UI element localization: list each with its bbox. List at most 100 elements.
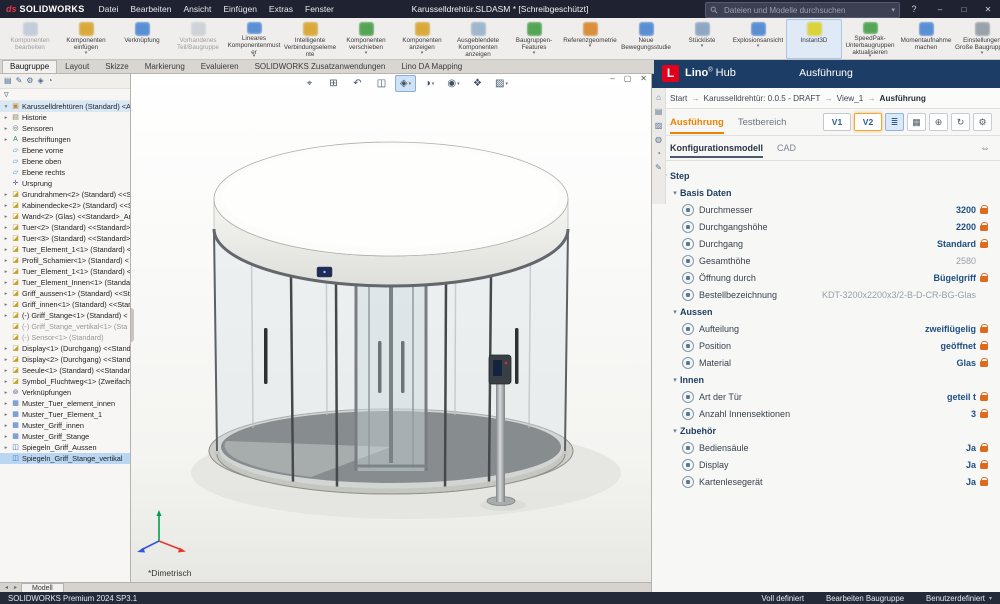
tree-item[interactable]: ▱Ebene vorne — [0, 145, 130, 156]
expand-arrow-icon[interactable]: ▸ — [3, 258, 9, 264]
ribbon-button[interactable]: Momentaufnahme machen — [898, 19, 954, 59]
displaymanager-tab-icon[interactable]: ◔ — [48, 77, 53, 85]
close-button[interactable]: ✕ — [976, 0, 1000, 18]
tree-item[interactable]: ▸◪Wand<2> (Glas) <<Standard>_Anze — [0, 211, 130, 222]
config-field-row[interactable]: KartenlesegerätJa — [652, 473, 1000, 490]
tree-item[interactable]: ◪(-) Sensor<1> (Standard) — [0, 332, 130, 343]
tab-scroll-right-icon[interactable]: ▸ — [12, 584, 19, 591]
tree-item[interactable]: ▸◪Tuer<2> (Standard) <<Standard>_ — [0, 222, 130, 233]
expand-panel-icon[interactable]: ⇔ — [980, 143, 990, 154]
ribbon-button[interactable]: Einstellungen Große Baugruppen▾ — [954, 19, 1000, 59]
ribbon-button[interactable]: SpeedPak-Unterbaugruppen aktualisieren▾ — [842, 19, 898, 59]
commandmanager-tab[interactable]: Baugruppe — [2, 60, 57, 73]
dropdown-arrow-icon[interactable]: ▾ — [409, 81, 412, 87]
commandmanager-tab[interactable]: Lino DA Mapping — [393, 60, 470, 73]
config-group-row[interactable]: ▾Step — [652, 167, 1000, 184]
search-box[interactable]: ▾ — [705, 2, 900, 18]
expand-arrow-icon[interactable]: ▸ — [3, 126, 9, 132]
config-group-row[interactable]: ▾Aussen — [652, 303, 1000, 320]
featuremanager-tab-icon[interactable]: ▤ — [4, 77, 12, 85]
expand-arrow-icon[interactable]: ▸ — [3, 203, 9, 209]
expand-arrow-icon[interactable]: ▸ — [3, 192, 9, 198]
tree-item[interactable]: ▱Ebene rechts — [0, 167, 130, 178]
tree-item[interactable]: ◪(-) Griff_Stange_vertikal<1> (Sta — [0, 321, 130, 332]
lino-tab[interactable]: Ausführung — [670, 111, 724, 134]
menu-item[interactable]: Bearbeiten — [124, 2, 177, 16]
dimxpertmanager-tab-icon[interactable]: ◈ — [37, 77, 43, 85]
propertymanager-tab-icon[interactable]: ✎ — [16, 77, 23, 85]
dropdown-arrow-icon[interactable]: ▾ — [589, 44, 592, 48]
commandmanager-tab[interactable]: SOLIDWORKS Zusatzanwendungen — [247, 60, 394, 73]
design-library-icon[interactable]: ▤ — [655, 108, 663, 116]
expand-arrow-icon[interactable]: ▸ — [3, 445, 9, 451]
display-style-icon[interactable]: ◑▾ — [419, 75, 440, 92]
menu-item[interactable]: Extras — [263, 2, 299, 16]
dropdown-arrow-icon[interactable]: ▾ — [253, 54, 256, 58]
expand-arrow-icon[interactable]: ▸ — [3, 390, 9, 396]
config-field-row[interactable]: Positiongeöffnet — [652, 337, 1000, 354]
expand-arrow-icon[interactable]: ▸ — [3, 269, 9, 275]
tree-item[interactable]: ▸◪Griff_innen<1> (Standard) <<Stand — [0, 299, 130, 310]
dropdown-arrow-icon[interactable]: ▾ — [505, 81, 508, 87]
section-view-icon[interactable]: ◫ — [371, 75, 392, 92]
tab-modell[interactable]: Modell — [21, 583, 64, 593]
outer-door-handle[interactable] — [515, 328, 519, 384]
expand-arrow-icon[interactable]: ▸ — [3, 368, 9, 374]
config-group-row[interactable]: ▾Zubehör — [652, 422, 1000, 439]
collapse-caret-icon[interactable]: ▾ — [670, 427, 680, 435]
tree-item[interactable]: ▸▦Muster_Tuer_Element_1 — [0, 409, 130, 420]
tree-item[interactable]: ▸▦Muster_Tuer_element_innen — [0, 398, 130, 409]
tree-item[interactable]: ▸◪Tuer_Element_Innen<1> (Standard) — [0, 277, 130, 288]
tree-filter[interactable]: ∇ — [0, 89, 130, 101]
doc-close-button[interactable]: ✕ — [640, 74, 647, 83]
tab-scroll-left-icon[interactable]: ◂ — [3, 584, 10, 591]
expand-arrow-icon[interactable]: ▸ — [3, 357, 9, 363]
breadcrumb-item[interactable]: Karusselldrehtür: 0.0.5 - DRAFT — [703, 94, 820, 103]
commandmanager-tab[interactable]: Evaluieren — [193, 60, 247, 73]
tree-item[interactable]: ▸⊚Verknüpfungen — [0, 387, 130, 398]
config-field-row[interactable]: Durchgangshöhe2200 — [652, 218, 1000, 235]
view-palette-icon[interactable]: ◍ — [655, 136, 662, 144]
ribbon-button[interactable]: Neue Bewegungsstudie — [618, 19, 674, 59]
commandmanager-tab[interactable]: Markierung — [137, 60, 193, 73]
expand-arrow-icon[interactable]: ▸ — [3, 412, 9, 418]
ribbon-button[interactable]: Ausgeblendete Komponenten anzeigen — [450, 19, 506, 59]
menu-item[interactable]: Einfügen — [217, 2, 263, 16]
settings-icon[interactable]: ⚙ — [973, 113, 992, 131]
tree-item[interactable]: ▸◫Spiegeln_Griff_Aussen — [0, 442, 130, 453]
ribbon-button[interactable]: Komponenten einfügen▾ — [58, 19, 114, 59]
ribbon-button[interactable]: Komponenten anzeigen▾ — [394, 19, 450, 59]
tree-item[interactable]: ▸▦Muster_Griff_Stange — [0, 431, 130, 442]
breadcrumb-item[interactable]: Start — [670, 94, 687, 103]
dropdown-arrow-icon[interactable]: ▾ — [989, 595, 992, 602]
canopy[interactable] — [214, 142, 568, 286]
tree-item[interactable]: ▸◪Tuer<3> (Standard) <<Standard>_A — [0, 233, 130, 244]
expand-arrow-icon[interactable]: ▸ — [3, 236, 9, 242]
view-orientation-icon[interactable]: ◈▾ — [395, 75, 416, 92]
tree-item[interactable]: ▸◎Sensoren — [0, 123, 130, 134]
breadcrumb-item[interactable]: Ausführung — [880, 94, 926, 103]
expand-arrow-icon[interactable]: ▸ — [3, 313, 9, 319]
tree-item[interactable]: ▸▦Muster_Griff_innen — [0, 420, 130, 431]
tree-item[interactable]: ▸◪Griff_aussen<1> (Standard) <<St — [0, 288, 130, 299]
dropdown-arrow-icon[interactable]: ▾ — [869, 54, 872, 58]
minimize-button[interactable]: – — [928, 0, 952, 18]
search-dropdown-icon[interactable]: ▾ — [891, 6, 895, 14]
card-view-icon[interactable]: ▦ — [907, 113, 926, 131]
refresh-icon[interactable]: ↻ — [951, 113, 970, 131]
expand-arrow-icon[interactable]: ▸ — [3, 302, 9, 308]
home-icon[interactable]: ⌂ — [656, 94, 661, 102]
expand-arrow-icon[interactable]: ▾ — [3, 104, 9, 110]
commandmanager-tab[interactable]: Skizze — [97, 60, 137, 73]
3d-model-revolving-door[interactable] — [131, 73, 652, 583]
ribbon-button[interactable]: Intelligente Verbindungselemente — [282, 19, 338, 59]
expand-arrow-icon[interactable]: ▸ — [3, 346, 9, 352]
collapse-caret-icon[interactable]: ▾ — [670, 376, 680, 384]
previous-view-icon[interactable]: ↶ — [347, 75, 368, 92]
expand-arrow-icon[interactable]: ▸ — [3, 291, 9, 297]
commandmanager-tab[interactable]: Layout — [57, 60, 97, 73]
search-input[interactable] — [722, 5, 887, 16]
tree-item[interactable]: ▸◪Symbol_Fluchtweg<1> (Zweifach_F — [0, 376, 130, 387]
config-field-row[interactable]: DurchgangStandard — [652, 235, 1000, 252]
tree-item[interactable]: ▸◪Display<2> (Durchgang) <<Standar — [0, 354, 130, 365]
